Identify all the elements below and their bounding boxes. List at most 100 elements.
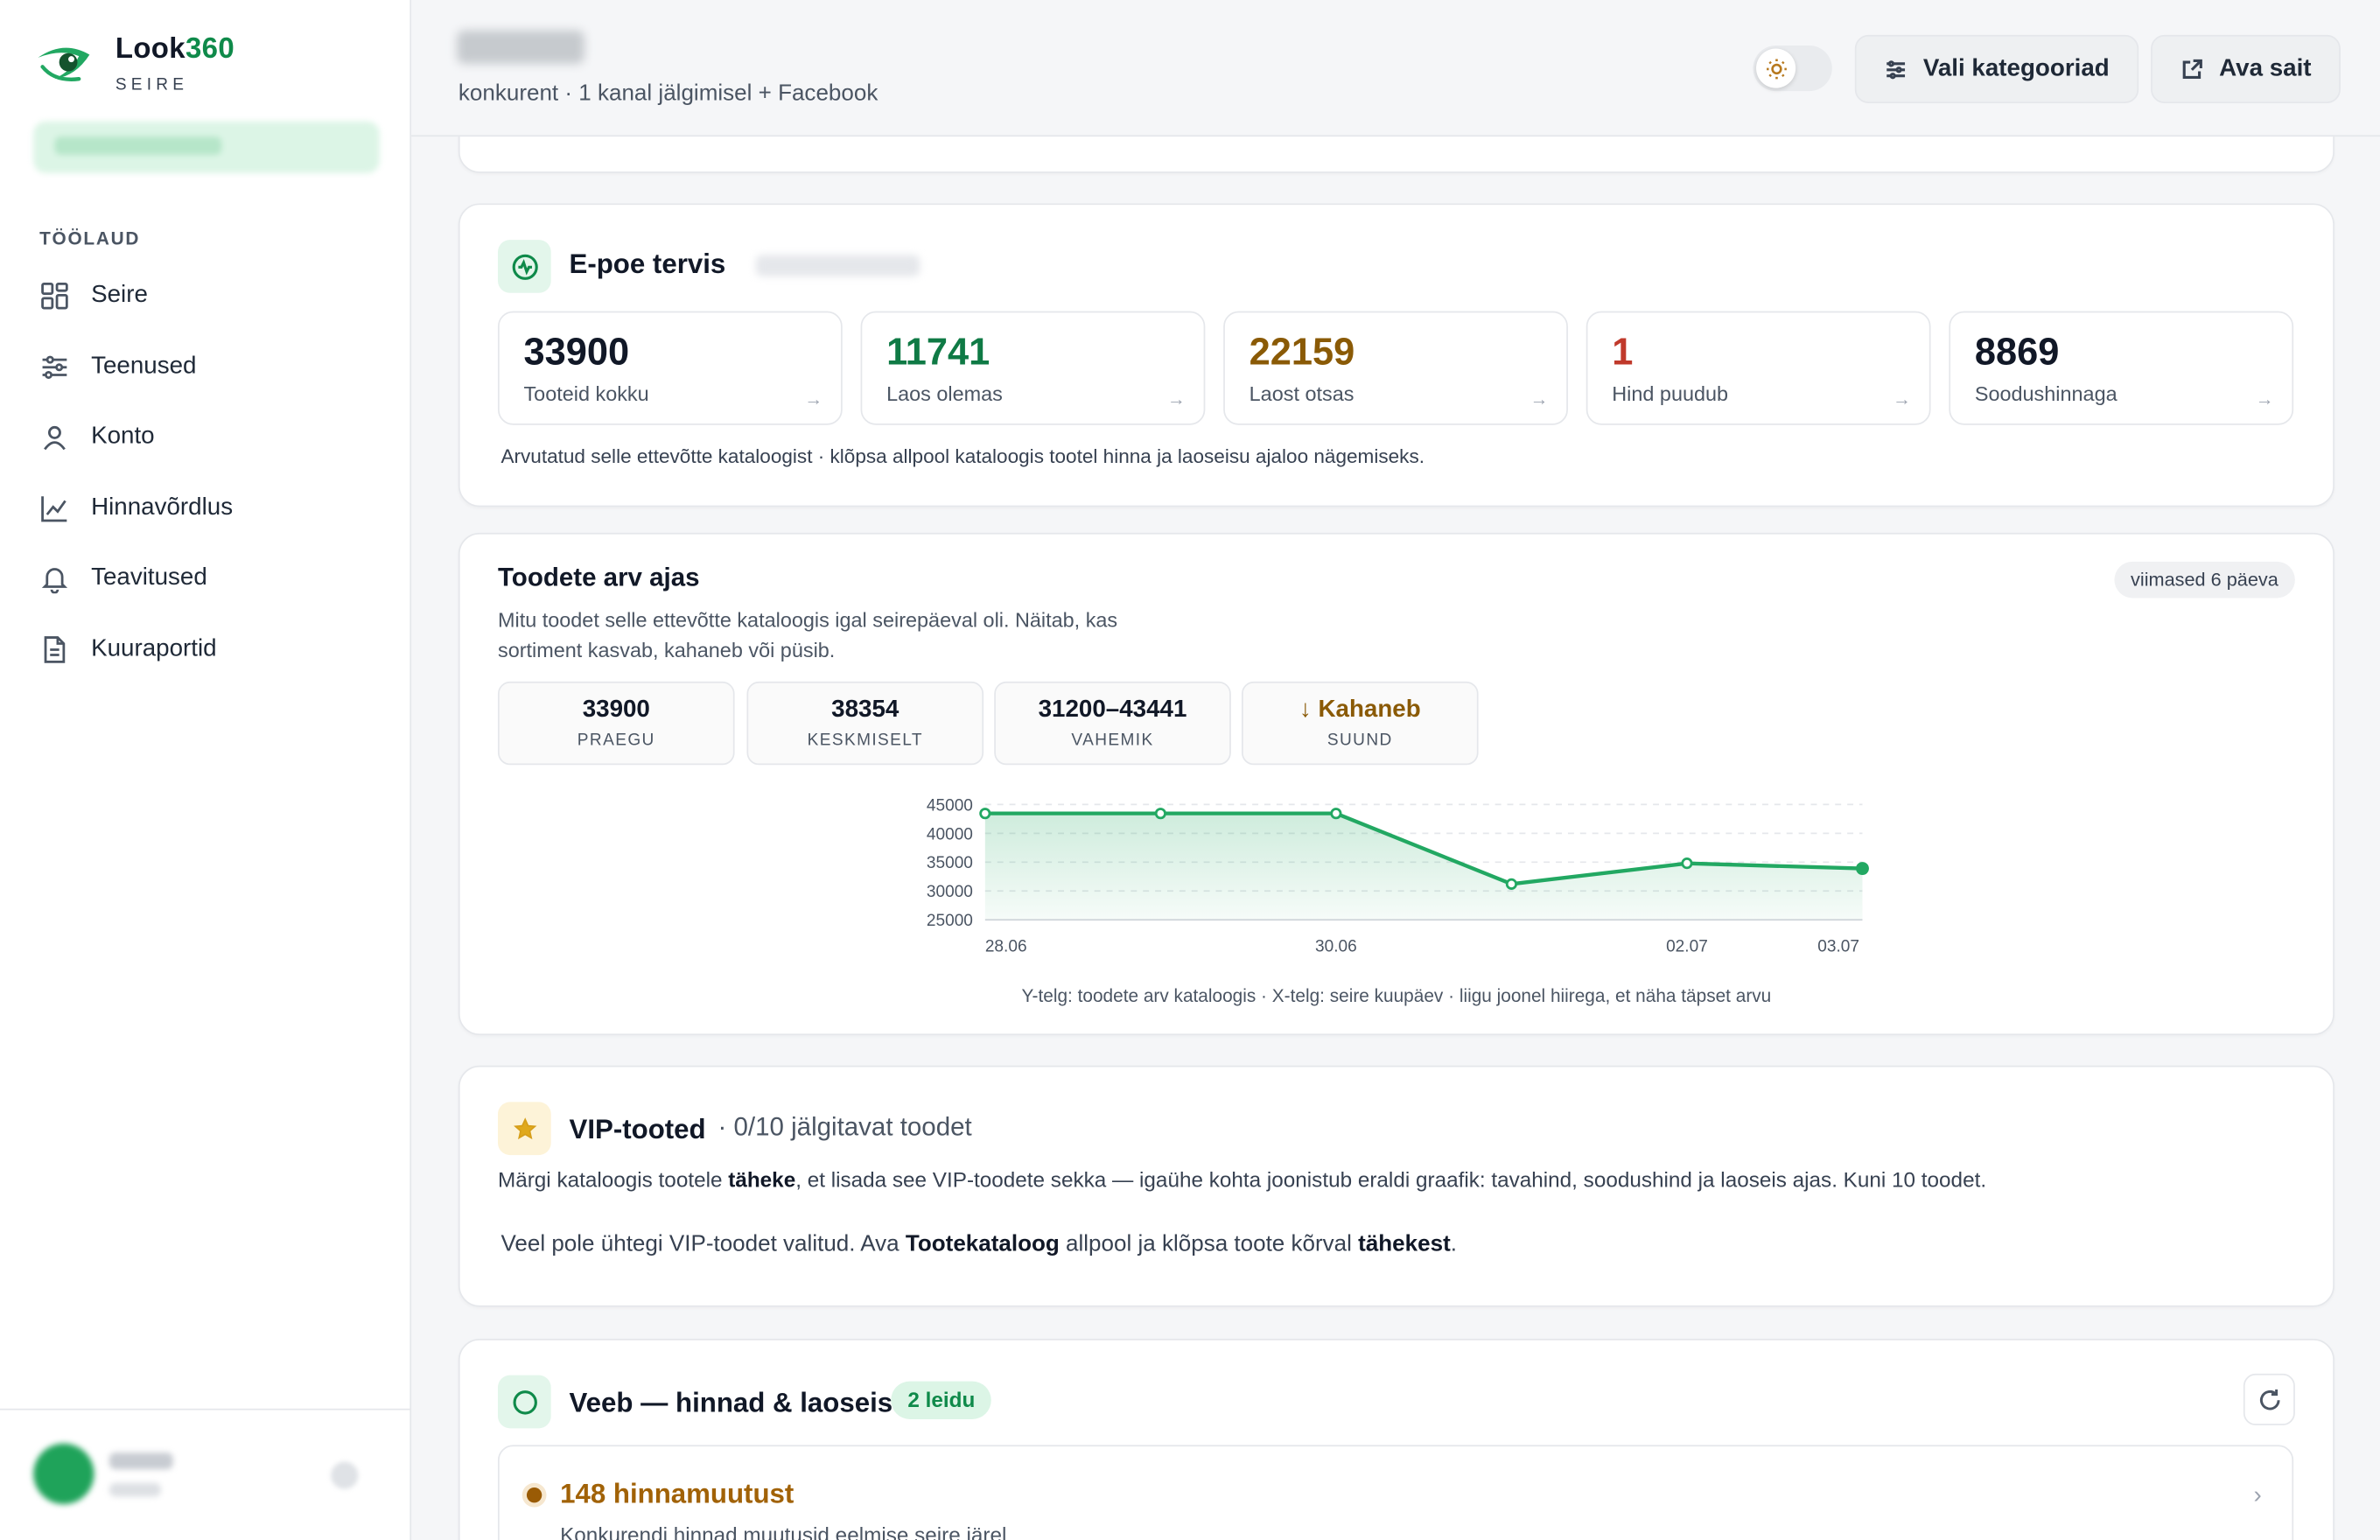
sidebar-item-hinnavordlus[interactable]: Hinnavõrdlus [24, 472, 388, 543]
chart-area-fill [984, 813, 1863, 920]
stat-label: Soodushinnaga [1974, 382, 2118, 406]
stat-value: 1 [1612, 331, 1634, 374]
chart-data-point [1856, 862, 1869, 876]
user-name-blurred [108, 1452, 173, 1470]
brand-name: Look360 [115, 33, 235, 66]
sidebar-item-label: Seire [91, 283, 148, 309]
kpi-value: 31200–43441 [1038, 696, 1187, 723]
sidebar-item-label: Kuuraportid [91, 635, 217, 662]
sidebar-item-label: Hinnavõrdlus [91, 494, 234, 521]
products-over-time-title: Toodete arv ajas [497, 563, 700, 592]
price-changes-title: 148 hinnamuutust [560, 1478, 794, 1509]
chart-caption: Y-telg: toodete arv kataloogis · X-telg:… [1021, 984, 1772, 1007]
external-link-icon [2182, 58, 2202, 79]
chart-data-point [1330, 808, 1342, 820]
filter-lines-icon [1886, 60, 1906, 79]
top-header: konkurent · 1 kanal jälgimisel + Faceboo… [411, 0, 2380, 137]
arrow-right-icon: → [1166, 388, 1186, 410]
kpi-label: KESKMISELT [807, 732, 923, 750]
stat-price-missing[interactable]: 1 Hind puudub → [1586, 311, 1931, 425]
stat-label: Laost otsas [1249, 382, 1354, 406]
sidebar: Look360 SEIRE TÖÖLAUD Seire Teenused Kon… [0, 0, 412, 1540]
chart-data-point [1505, 878, 1518, 890]
web-icon-box [497, 1375, 551, 1429]
sidebar-item-teenused[interactable]: Teenused [24, 332, 388, 402]
period-badge: viimased 6 päeva [2113, 561, 2295, 598]
app-root: Look360 SEIRE TÖÖLAUD Seire Teenused Kon… [0, 0, 2380, 1540]
y-tick-label: 35000 [927, 854, 973, 872]
web-title: Veeb — hinnad & laoseis [569, 1387, 893, 1418]
sidebar-item-teavitused[interactable]: Teavitused [24, 543, 388, 614]
stat-discounted[interactable]: 8869 Soodushinnaga → [1949, 311, 2294, 425]
brand-sub: SEIRE [115, 75, 189, 94]
choose-categories-button[interactable]: Vali kategooriad [1854, 34, 2138, 103]
circle-icon [512, 1390, 537, 1414]
vip-empty-state: Veel pole ühtegi VIP-toodet valitud. Ava… [500, 1230, 1457, 1257]
refresh-button[interactable] [2243, 1373, 2295, 1425]
chart-data-point [979, 808, 991, 820]
stat-total-products[interactable]: 33900 Tooteid kokku → [497, 311, 843, 425]
arrow-right-icon: → [1530, 388, 1549, 410]
price-changes-subtitle: Konkurendi hinnad muutusid eelmise seire… [560, 1522, 1007, 1540]
kpi-label: PRAEGU [577, 732, 655, 750]
stat-out-of-stock[interactable]: 22159 Laost otsas → [1223, 311, 1568, 425]
avatar[interactable] [33, 1443, 94, 1505]
y-tick-label: 25000 [927, 912, 973, 930]
arrow-right-icon: → [2255, 388, 2274, 410]
stat-label: Laos olemas [886, 382, 1003, 406]
sidebar-item-label: Teavitused [91, 564, 207, 592]
open-site-button[interactable]: Ava sait [2151, 34, 2341, 103]
logo[interactable]: Look360 SEIRE [33, 33, 234, 94]
stat-value: 22159 [1249, 331, 1355, 374]
y-tick-label: 45000 [927, 796, 973, 815]
products-count-chart[interactable]: 25000 30000 35000 40000 45000 28.06 30.06 02.07… [900, 777, 1872, 967]
arrow-right-icon: → [804, 388, 823, 410]
chevron-right-icon: › [2253, 1482, 2262, 1509]
y-tick-label: 40000 [927, 825, 973, 844]
chart-line-icon [41, 495, 67, 522]
x-tick-label: 30.06 [1315, 938, 1357, 956]
vip-count: · 0/10 jälgitavat toodet [718, 1112, 972, 1142]
sidebar-item-label: Teenused [91, 353, 197, 380]
kpi-value: ↓ Kahaneb [1298, 696, 1421, 723]
stat-label: Hind puudub [1612, 382, 1729, 406]
bell-icon [41, 568, 68, 594]
kpi-value: 38354 [831, 696, 900, 723]
main-content: E-poe tervis 33900 Tooteid kokku → 11741… [411, 0, 2380, 1540]
status-dot [526, 1488, 542, 1503]
open-site-label: Ava sait [2219, 55, 2312, 81]
user-role-blurred [108, 1482, 161, 1497]
products-over-time-card: Toodete arv ajas viimased 6 päeva Mitu t… [458, 532, 2334, 1036]
stat-label: Tooteid kokku [523, 382, 649, 406]
stat-value: 33900 [523, 331, 630, 374]
price-changes-row[interactable]: 148 hinnamuutust Konkurendi hinnad muutu… [497, 1445, 2294, 1540]
arrow-right-icon: → [1893, 388, 1911, 410]
sidebar-item-konto[interactable]: Konto [24, 402, 388, 473]
eye-logo-icon [38, 47, 90, 81]
choose-categories-label: Vali kategooriad [1922, 55, 2110, 81]
kpi-value: 33900 [582, 696, 650, 723]
nav-heading: TÖÖLAUD [39, 228, 141, 249]
vip-icon-box [497, 1102, 551, 1156]
theme-toggle[interactable] [1753, 46, 1832, 92]
document-icon [44, 635, 66, 663]
company-name-blurred [457, 30, 584, 64]
x-tick-label: 03.07 [1817, 938, 1859, 956]
sidebar-item-seire[interactable]: Seire [24, 261, 388, 332]
health-note: Arvutatud selle ettevõtte kataloogist · … [500, 444, 1424, 468]
refresh-icon [2259, 1389, 2279, 1410]
sun-icon [1766, 58, 1786, 79]
health-title: E-poe tervis [569, 248, 726, 280]
stat-value: 8869 [1974, 331, 2060, 374]
kpi-average: 38354 KESKMISELT [746, 681, 984, 766]
sidebar-item-kuuraportid[interactable]: Kuuraportid [24, 614, 388, 685]
stat-in-stock[interactable]: 11741 Laos olemas → [860, 311, 1206, 425]
theme-knob [1756, 48, 1796, 88]
star-icon [513, 1116, 536, 1139]
account-switcher[interactable] [33, 121, 380, 173]
kpi-range: 31200–43441 VAHEMIK [994, 681, 1231, 766]
sidebar-nav: Seire Teenused Konto Hinnavõrdlus Teavit… [24, 261, 388, 684]
user-menu-button[interactable] [331, 1461, 359, 1489]
user-icon [44, 426, 66, 451]
user-panel [0, 1408, 412, 1540]
